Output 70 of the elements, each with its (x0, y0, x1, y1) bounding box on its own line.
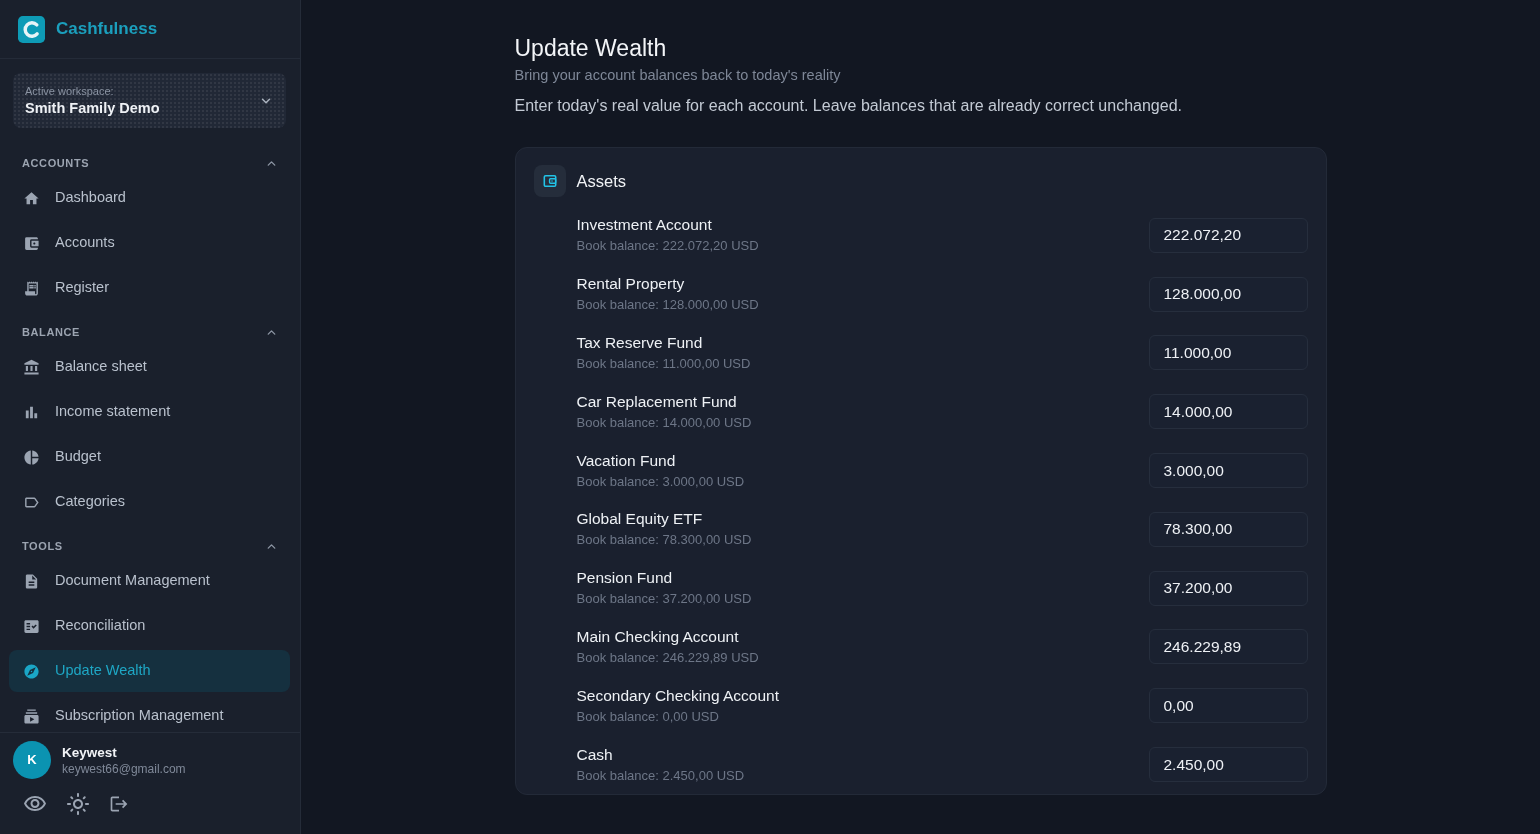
sun-icon (66, 792, 90, 816)
logout-icon (109, 794, 129, 814)
balance-input[interactable]: 3.000,00 (1148, 453, 1308, 489)
user-email: keywest66@gmail.com (62, 760, 186, 777)
bank-icon (23, 358, 40, 376)
nav-item[interactable]: Income statement (9, 391, 290, 433)
nav-item[interactable]: Budget (9, 436, 290, 478)
account-name: Investment Account (576, 215, 713, 236)
balance-input[interactable]: 246.229,89 (1148, 629, 1308, 665)
account-name: Global Equity ETF (576, 509, 704, 530)
book-balance: Book balance: 2.450,00 USD (576, 766, 745, 785)
book-balance: Book balance: 128.000,00 USD (576, 296, 759, 315)
page-subtitle: Bring your account balances back to today's reality (514, 66, 842, 84)
theme-toggle[interactable] (66, 792, 90, 816)
book-balance: Book balance: 3.000,00 USD (576, 472, 745, 491)
balance-input[interactable]: 14.000,00 (1148, 394, 1308, 430)
nav-item[interactable]: Document Management (9, 560, 290, 602)
nav-item[interactable]: Subscription Management (9, 695, 290, 732)
media-stack-icon (23, 707, 40, 725)
nav-item[interactable]: Accounts (9, 222, 290, 264)
home-icon (23, 189, 40, 207)
balance-input[interactable]: 11.000,00 (1148, 335, 1308, 371)
book-balance: Book balance: 246.229,89 USD (576, 648, 759, 667)
book-balance: Book balance: 0,00 USD (576, 707, 720, 726)
book-balance: Book balance: 78.300,00 USD (576, 531, 752, 550)
balance-input[interactable]: 222.072,20 (1148, 217, 1308, 253)
book-balance: Book balance: 14.000,00 USD (576, 413, 752, 432)
section-header[interactable]: TOOLS (0, 534, 300, 558)
pie-chart-icon (23, 448, 40, 466)
avatar: K (13, 741, 51, 779)
account-name: Car Replacement Fund (576, 391, 738, 412)
account-name: Rental Property (576, 274, 686, 295)
document-icon (23, 572, 40, 590)
balance-input[interactable]: 0,00 (1148, 688, 1308, 724)
account-name: Main Checking Account (576, 626, 740, 647)
account-name: Cash (576, 744, 614, 765)
nav-item[interactable]: Reconciliation (9, 605, 290, 647)
logo-icon (18, 15, 45, 43)
page-title: Update Wealth (514, 34, 668, 62)
book-balance: Book balance: 11.000,00 USD (576, 355, 751, 373)
wallet-icon (533, 165, 566, 197)
balance-input[interactable]: 2.450,00 (1148, 747, 1308, 783)
section-header[interactable]: BALANCE (0, 320, 300, 344)
book-balance: Book balance: 37.200,00 USD (576, 590, 752, 609)
wallet-icon (23, 234, 40, 252)
workspace-selector[interactable]: Active workspace: Smith Family Demo (13, 73, 286, 128)
nav-item[interactable]: Balance sheet (9, 346, 290, 388)
nav-item[interactable]: Categories (9, 481, 290, 523)
user-name: Keywest (62, 743, 118, 761)
receipt-icon (23, 279, 40, 297)
book-balance: Book balance: 222.072,20 USD (576, 237, 759, 256)
workspace-label: Active workspace: (25, 83, 114, 98)
balance-input[interactable]: 37.200,00 (1148, 570, 1308, 606)
balance-input[interactable]: 128.000,00 (1148, 276, 1308, 312)
nav-item[interactable]: Register (9, 267, 290, 309)
card-title: Assets (576, 170, 627, 192)
account-name: Secondary Checking Account (576, 685, 779, 706)
checklist-icon (23, 617, 40, 635)
compass-icon (23, 662, 40, 680)
balance-input[interactable]: 78.300,00 (1148, 511, 1308, 547)
instructions: Enter today's real value for each account. Leave balances that are already correct unchanged. (514, 96, 1183, 116)
account-name: Tax Reserve Fund (576, 333, 704, 353)
nav-item[interactable]: Update Wealth (9, 650, 290, 692)
logout-button[interactable] (109, 794, 129, 814)
account-name: Vacation Fund (576, 450, 677, 471)
account-name: Pension Fund (576, 568, 674, 589)
workspace-name: Smith Family Demo (25, 98, 160, 118)
section-header[interactable]: ACCOUNTS (0, 151, 300, 175)
brand-name: Cashfulness (56, 18, 158, 41)
nav-item[interactable]: Dashboard (9, 177, 290, 219)
